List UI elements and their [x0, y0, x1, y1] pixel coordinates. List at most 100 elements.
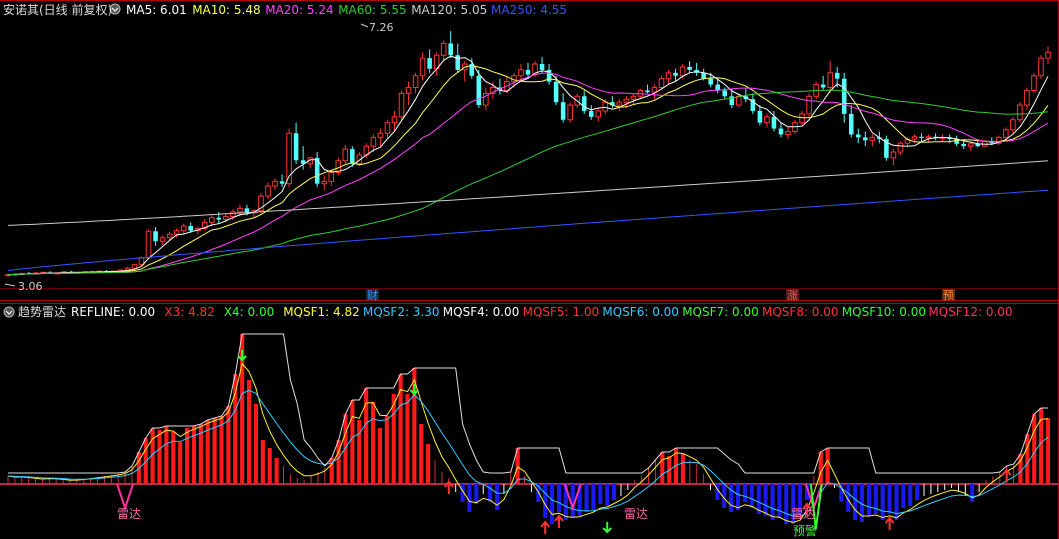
candle-body-down: [820, 84, 826, 88]
candle-body-up: [518, 69, 524, 77]
candle-body-up: [405, 86, 412, 94]
marker-cai[interactable]: 财: [367, 288, 378, 302]
panel-collapse-icon-2[interactable]: [3, 306, 15, 318]
radar-bar: [742, 484, 748, 502]
radar-bar: [488, 484, 493, 502]
candle-body-up: [602, 101, 609, 112]
candle-body-down: [350, 149, 355, 164]
candle-body-up: [265, 185, 271, 197]
radar-bar: [894, 484, 899, 520]
candle-body-down: [476, 75, 482, 106]
radar-bar: [164, 426, 169, 484]
candle-body-down: [427, 58, 432, 69]
radar-bar: [419, 424, 424, 484]
candle-body-up: [328, 172, 335, 182]
candle-body-down: [153, 231, 158, 242]
radar-bar: [377, 428, 382, 484]
marker-zhang[interactable]: 涨: [787, 289, 798, 302]
candle-body-down: [757, 110, 763, 123]
candle-body-up: [651, 86, 658, 93]
radar-label-1: 雷达: [117, 507, 141, 521]
candle-body-up: [764, 116, 770, 124]
bottom-indicator-5: MQSF4: 0.00: [443, 305, 520, 319]
radar-bar: [1025, 434, 1030, 484]
candle-body-up: [925, 136, 932, 139]
candle-body-down: [188, 225, 193, 231]
radar-label-3: 雷达: [791, 507, 815, 521]
candle-body-up: [145, 230, 152, 259]
candle-body-down: [581, 96, 587, 111]
radar-bar: [612, 484, 617, 500]
radar-bar: [350, 400, 355, 484]
candle-body-down: [560, 102, 566, 120]
radar-bar: [825, 448, 830, 484]
candle-body-down: [216, 217, 222, 220]
candle-body-down: [708, 78, 713, 85]
radar-bar: [598, 484, 603, 504]
candle-body-up: [370, 136, 377, 147]
candle-body-up: [398, 92, 405, 118]
radar-bar: [357, 420, 362, 484]
bottom-panel-title: 趋势雷达: [18, 305, 66, 319]
radar-bar: [901, 484, 906, 508]
radar-bar: [729, 484, 734, 512]
candle-body-down: [848, 113, 854, 135]
candle-body-up: [1017, 104, 1023, 121]
candle-body-up: [595, 110, 602, 118]
radar-bar: [915, 484, 920, 500]
candle-body-up: [419, 57, 426, 77]
radar-bar: [364, 388, 369, 484]
radar-bar: [880, 484, 885, 520]
candle-body-down: [293, 133, 299, 161]
bottom-indicator-legend: REFLINE: 0.00 X3: 4.82 X4: 0.00 MQSF1: 4.82…: [71, 305, 1013, 319]
candle-body-up: [897, 142, 904, 153]
radar-bar: [550, 484, 555, 524]
radar-bar: [260, 440, 265, 484]
candle-body-up: [630, 95, 637, 100]
candle-body-down: [279, 181, 285, 184]
top-indicator-2: MA20: 5.24: [265, 3, 333, 17]
radar-bar: [887, 484, 892, 514]
radar-bar: [267, 448, 272, 484]
bottom-indicator-1: X3: 4.82: [164, 305, 214, 319]
radar-bar: [274, 458, 279, 484]
candle-body-up: [869, 136, 876, 141]
top-indicator-4: MA120: 5.05: [411, 3, 487, 17]
candle-body-up: [131, 264, 138, 269]
radar-bar: [136, 452, 141, 484]
radar-bar: [343, 414, 348, 484]
radar-bar: [370, 402, 376, 484]
radar-bar: [426, 444, 431, 484]
candle-body-up: [799, 113, 805, 124]
radar-bar: [171, 432, 176, 484]
bottom-indicator-11: MQSF12: 0.00: [928, 305, 1012, 319]
candle-body-up: [159, 237, 166, 242]
candle-body-up: [391, 116, 398, 124]
candle-body-down: [855, 134, 861, 138]
radar-bar: [591, 484, 596, 510]
candle-body-up: [272, 180, 278, 187]
candle-body-up: [1010, 119, 1016, 131]
candle-body-up: [440, 42, 447, 56]
candle-body-up: [342, 148, 349, 162]
marker-yu[interactable]: 预: [943, 289, 954, 302]
candle-body-up: [209, 217, 215, 223]
candle-body-up: [1031, 75, 1037, 91]
radar-bar: [970, 484, 975, 502]
radar-bar: [866, 484, 871, 516]
radar-bar: [1032, 414, 1037, 484]
radar-bar: [1045, 418, 1051, 484]
candle-body-up: [911, 136, 918, 140]
candle-body-down: [863, 137, 868, 141]
radar-bar: [246, 380, 252, 484]
bottom-indicator-0: REFLINE: 0.00: [71, 305, 155, 319]
candle-body-up: [679, 66, 686, 77]
bottom-indicator-9: MQSF8: 0.00: [762, 305, 839, 319]
top-indicator-3: MA60: 5.55: [338, 3, 406, 17]
radar-bar: [777, 484, 782, 518]
radar-bar: [660, 452, 665, 484]
candle-body-up: [230, 211, 236, 218]
candle-body-up: [180, 225, 187, 232]
candle-body-down: [687, 66, 692, 70]
bottom-indicator-6: MQSF5: 1.00: [523, 305, 600, 319]
